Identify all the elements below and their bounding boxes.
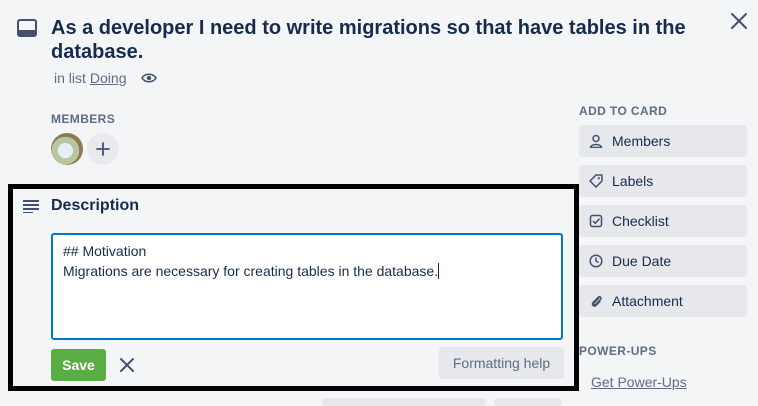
card-title[interactable]: As a developer I need to write migration… [51, 16, 691, 64]
in-list-prefix: in list [54, 70, 86, 86]
cancel-edit-icon[interactable] [119, 357, 135, 373]
tag-icon [589, 174, 603, 188]
sidebar-checklist-label: Checklist [612, 213, 669, 229]
partial-button[interactable] [322, 398, 486, 406]
description-icon [23, 200, 39, 213]
close-icon[interactable] [729, 11, 749, 31]
add-to-card-label: ADD TO CARD [579, 104, 668, 118]
sidebar-members-label: Members [612, 133, 671, 149]
power-ups-label: POWER-UPS [579, 344, 657, 358]
sidebar-members-button[interactable]: Members [579, 125, 747, 157]
sidebar-labels-button[interactable]: Labels [579, 165, 747, 197]
person-icon [589, 134, 603, 148]
clock-icon [589, 254, 603, 268]
get-power-ups-link[interactable]: Get Power-Ups [591, 374, 687, 390]
description-textarea[interactable]: ## Motivation Migrations are necessary f… [51, 233, 563, 340]
card-icon [17, 19, 37, 37]
sidebar-due-date-button[interactable]: Due Date [579, 245, 747, 277]
sidebar-labels-label: Labels [612, 173, 654, 189]
list-name-link[interactable]: Doing [90, 70, 127, 86]
text-caret [438, 263, 440, 279]
checkbox-icon [589, 214, 603, 228]
sidebar-attachment-button[interactable]: Attachment [579, 285, 747, 317]
in-list-info: in list Doing [54, 70, 157, 86]
save-button[interactable]: Save [51, 349, 106, 381]
add-member-button[interactable] [87, 133, 119, 165]
description-title: Description [51, 197, 140, 214]
avatar[interactable] [51, 133, 83, 165]
members-label: MEMBERS [51, 112, 116, 126]
formatting-help-button[interactable]: Formatting help [439, 347, 564, 379]
partial-button[interactable] [494, 398, 562, 406]
sidebar-due-date-label: Due Date [612, 253, 672, 269]
sidebar-attachment-label: Attachment [612, 293, 683, 309]
plus-icon [96, 142, 110, 156]
description-text: ## Motivation Migrations are necessary f… [63, 243, 439, 279]
paperclip-icon [591, 295, 602, 307]
description-section: Description ## Motivation Migrations are… [8, 184, 579, 391]
sidebar-checklist-button[interactable]: Checklist [579, 205, 747, 237]
eye-icon [140, 73, 157, 83]
